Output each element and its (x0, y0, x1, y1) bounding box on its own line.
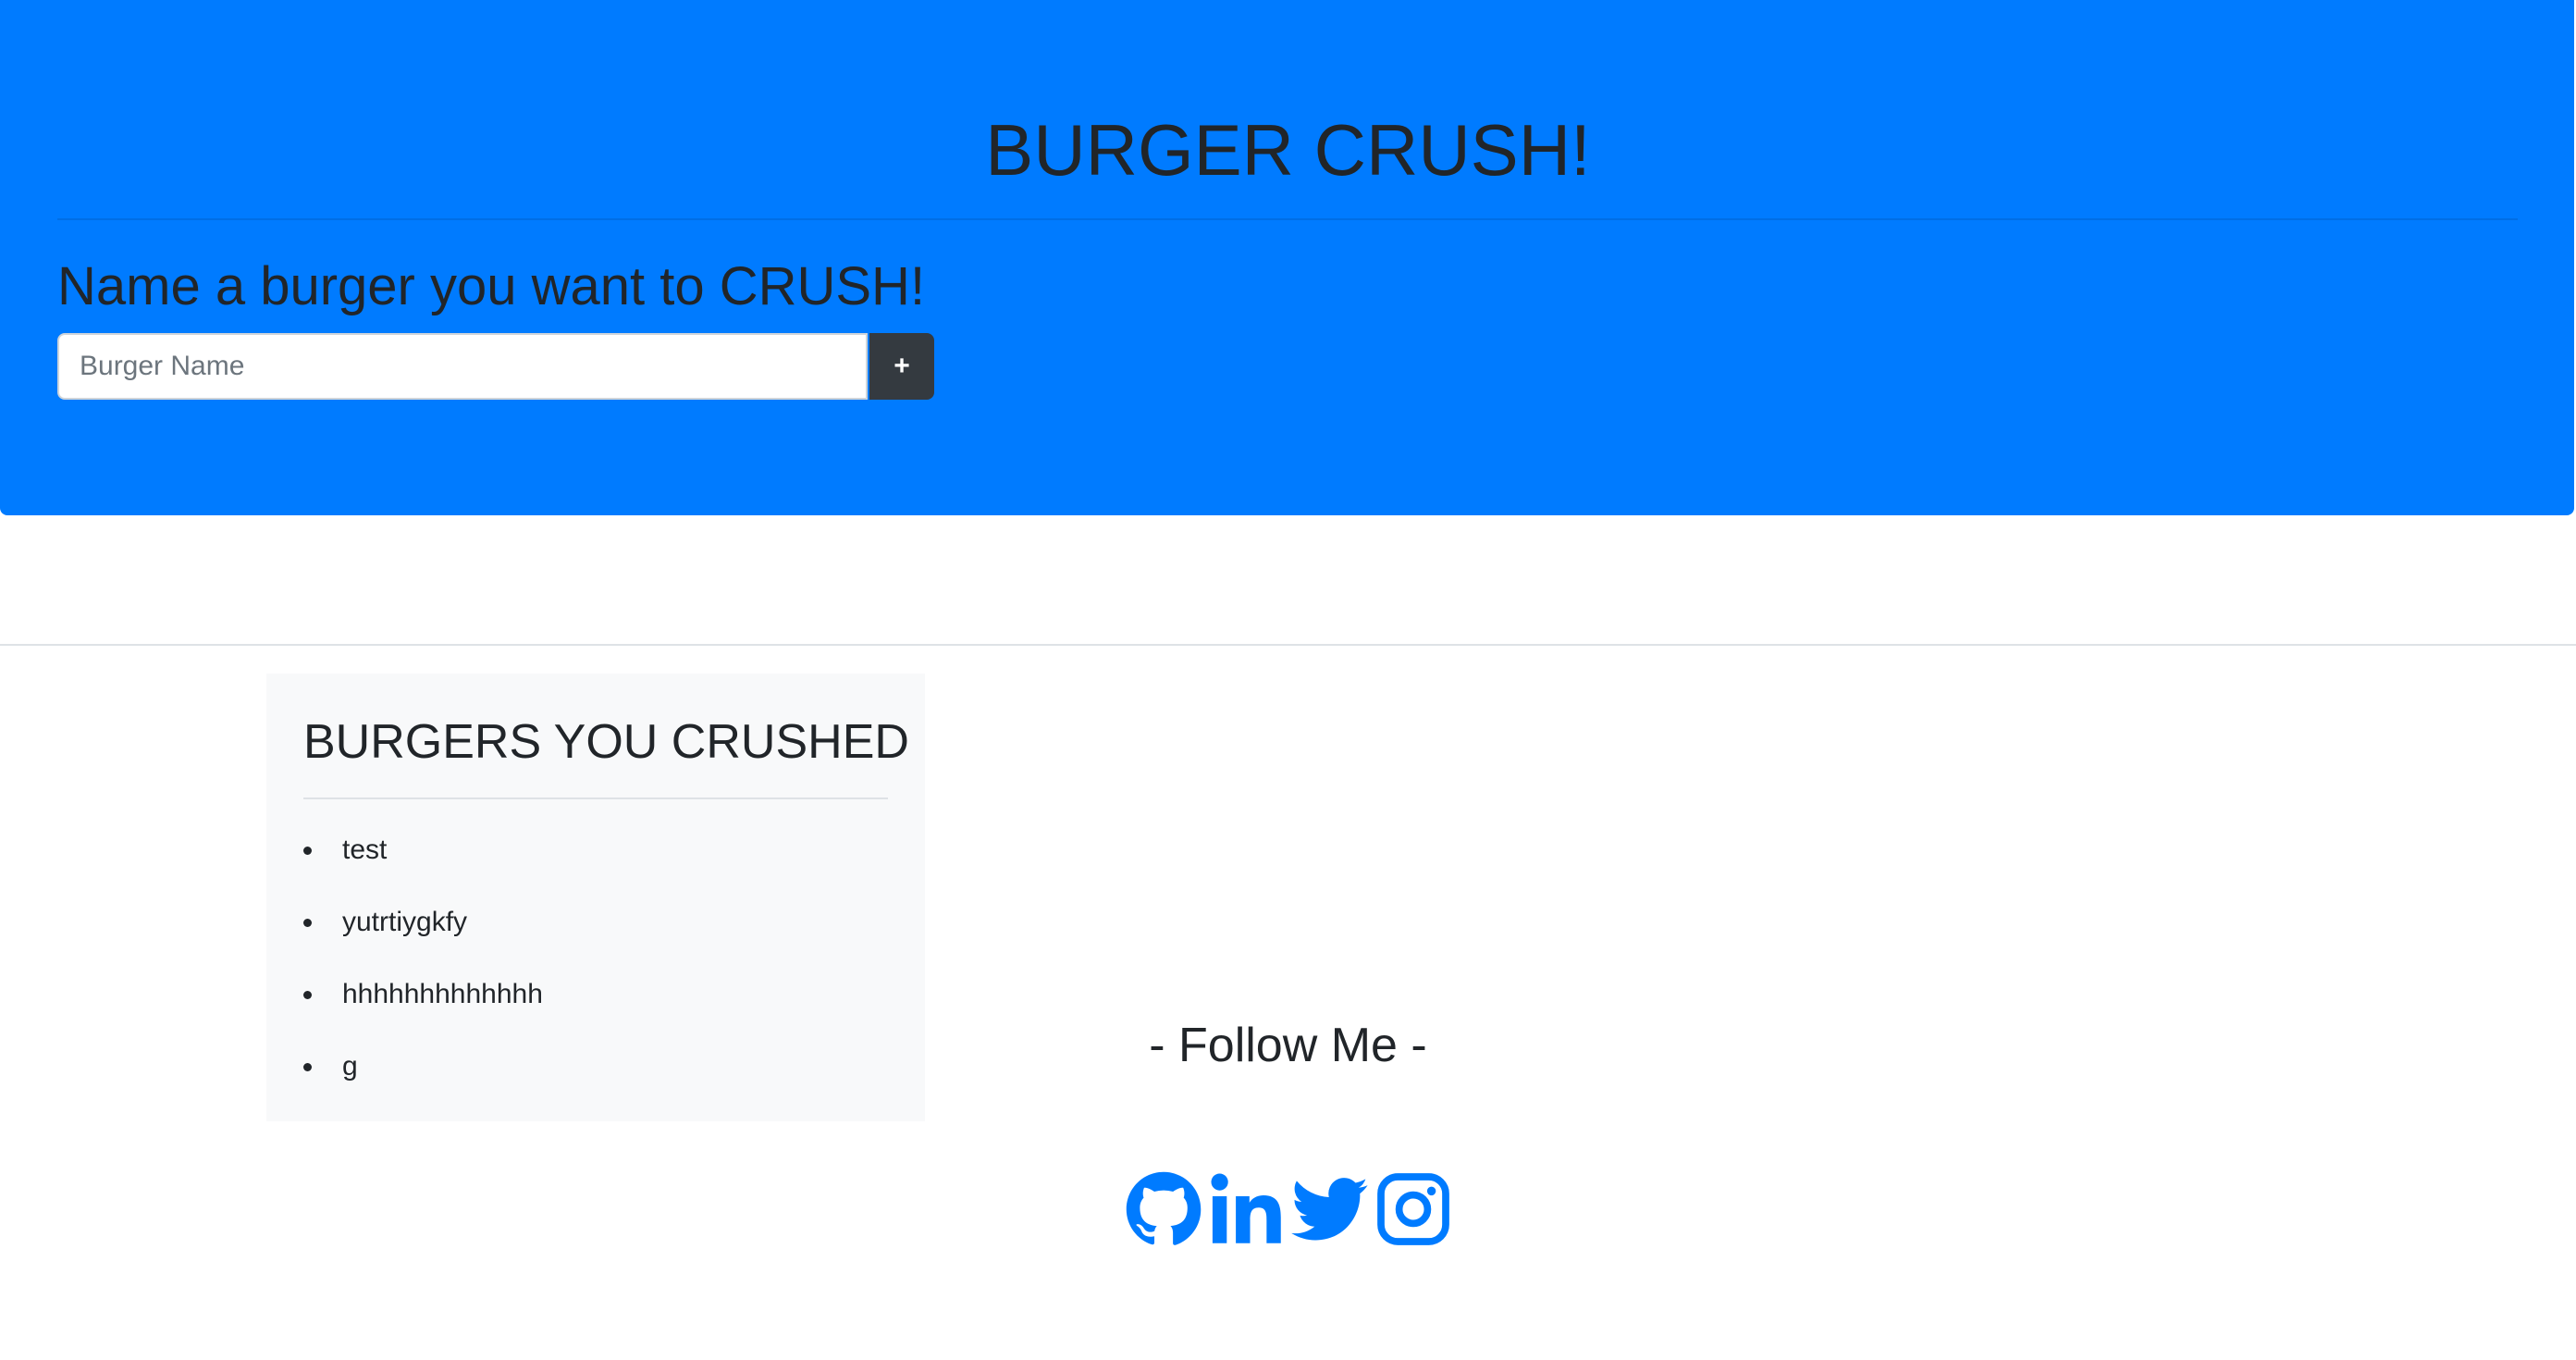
hero-banner: BURGER CRUSH! Name a burger you want to … (0, 0, 2574, 515)
add-burger-button[interactable]: + (869, 333, 934, 400)
page-title: BURGER CRUSH! (985, 109, 1591, 191)
burger-name-input[interactable] (57, 333, 868, 400)
github-link[interactable] (1125, 1169, 1202, 1249)
instagram-link[interactable] (1374, 1169, 1452, 1249)
twitter-link[interactable] (1291, 1169, 1369, 1249)
section-divider (0, 644, 2576, 646)
header-divider (57, 218, 2518, 220)
crushed-burgers-title: BURGERS YOU CRUSHED (303, 715, 909, 769)
card-divider (303, 797, 888, 799)
twitter-icon (1291, 1178, 1368, 1241)
instagram-icon (1377, 1173, 1449, 1245)
list-item: yutrtiygkfy (303, 886, 543, 958)
list-item: test (303, 814, 543, 886)
github-icon (1126, 1171, 1202, 1245)
linkedin-link[interactable] (1208, 1169, 1286, 1249)
linkedin-icon (1211, 1173, 1281, 1243)
follow-me-heading: - Follow Me - (1149, 1019, 1427, 1072)
form-heading: Name a burger you want to CRUSH! (57, 256, 926, 316)
social-links (1125, 1169, 1452, 1249)
